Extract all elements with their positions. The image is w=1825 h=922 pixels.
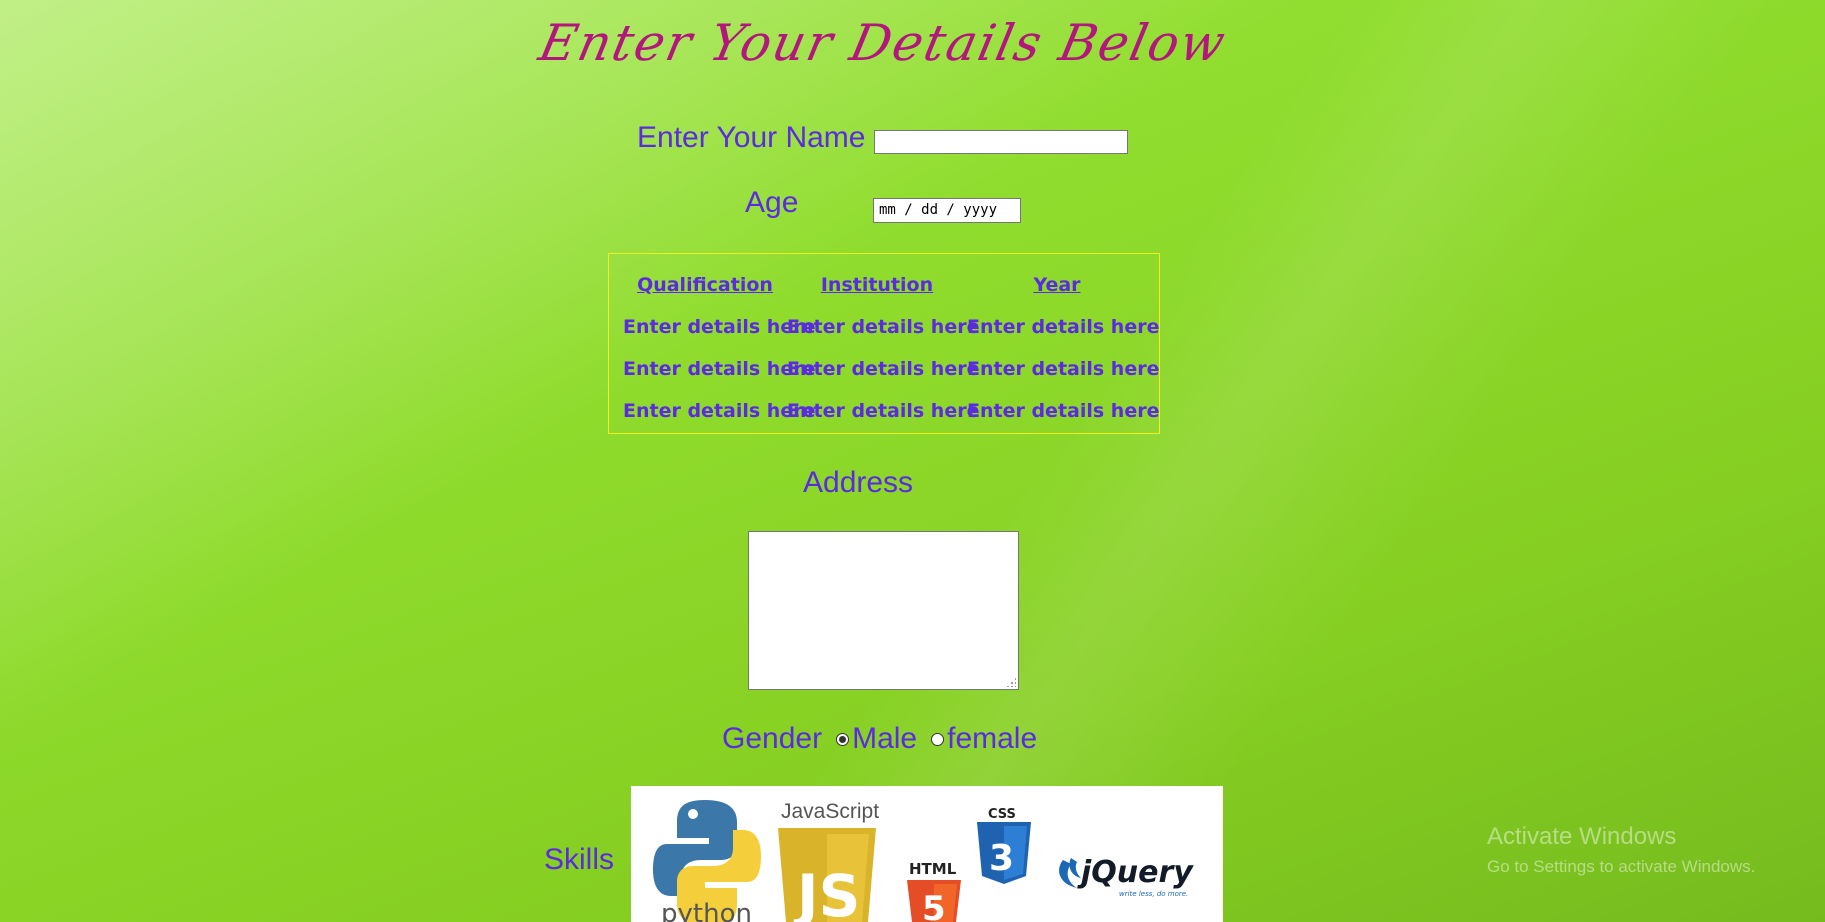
svg-text:5: 5	[922, 889, 946, 922]
gender-label: Gender	[722, 722, 823, 755]
address-label: Address	[803, 466, 914, 499]
qualification-table: Qualification Institution Year Enter det…	[608, 253, 1160, 434]
header-institution: Institution	[820, 274, 934, 296]
javascript-logo-icon: JavaScript JS	[778, 800, 879, 922]
table-cell[interactable]: Enter details here	[787, 306, 979, 348]
address-textarea[interactable]	[748, 531, 1019, 690]
svg-text:HTML: HTML	[909, 860, 957, 878]
header-qualification: Qualification	[637, 274, 773, 296]
svg-text:python: python	[661, 899, 752, 922]
table-cell[interactable]: Enter details here	[623, 306, 815, 348]
windows-activation-watermark: Activate Windows Go to Settings to activ…	[1487, 823, 1755, 877]
svg-text:CSS: CSS	[988, 807, 1016, 822]
age-label: Age	[745, 186, 799, 219]
skills-logos: python JavaScript JS HTML 5 CSS 3 jQuery	[653, 800, 1194, 922]
female-label[interactable]: female	[947, 722, 1037, 756]
resize-grip-icon[interactable]	[1006, 677, 1016, 687]
qualification-grid: Qualification Institution Year Enter det…	[623, 264, 1159, 432]
age-date-input[interactable]: mm / dd / yyyy	[873, 198, 1021, 223]
svg-text:JS: JS	[793, 862, 860, 922]
html5-logo-icon: HTML 5	[907, 860, 961, 922]
female-radio[interactable]	[931, 732, 945, 746]
table-cell[interactable]: Enter details here	[787, 348, 979, 390]
skills-label: Skills	[544, 843, 615, 876]
table-cell[interactable]: Enter details here	[967, 390, 1159, 432]
table-cell[interactable]: Enter details here	[787, 390, 979, 432]
svg-text:3: 3	[989, 838, 1014, 879]
gender-group: Gender Male female	[722, 722, 1037, 756]
table-cell[interactable]: Enter details here	[623, 390, 815, 432]
page-title: Enter Your Details Below	[534, 14, 1232, 72]
svg-text:write less, do more.: write less, do more.	[1119, 890, 1188, 898]
jquery-logo-icon: jQuery write less, do more.	[1059, 855, 1194, 898]
svg-text:JavaScript: JavaScript	[781, 800, 879, 823]
watermark-subtitle: Go to Settings to activate Windows.	[1487, 857, 1756, 876]
table-cell[interactable]: Enter details here	[967, 348, 1159, 390]
python-logo-icon: python	[653, 800, 761, 922]
table-cell[interactable]: Enter details here	[623, 348, 815, 390]
header-year: Year	[1033, 274, 1081, 296]
name-input[interactable]	[874, 130, 1128, 154]
table-cell[interactable]: Enter details here	[967, 306, 1159, 348]
skills-image: python JavaScript JS HTML 5 CSS 3 jQuery	[631, 786, 1223, 922]
svg-text:jQuery: jQuery	[1077, 855, 1194, 890]
name-label: Enter Your Name	[637, 121, 866, 154]
male-radio[interactable]	[836, 732, 850, 746]
male-label[interactable]: Male	[852, 722, 917, 756]
watermark-title: Activate Windows	[1487, 823, 1677, 850]
css3-logo-icon: CSS 3	[977, 807, 1031, 884]
